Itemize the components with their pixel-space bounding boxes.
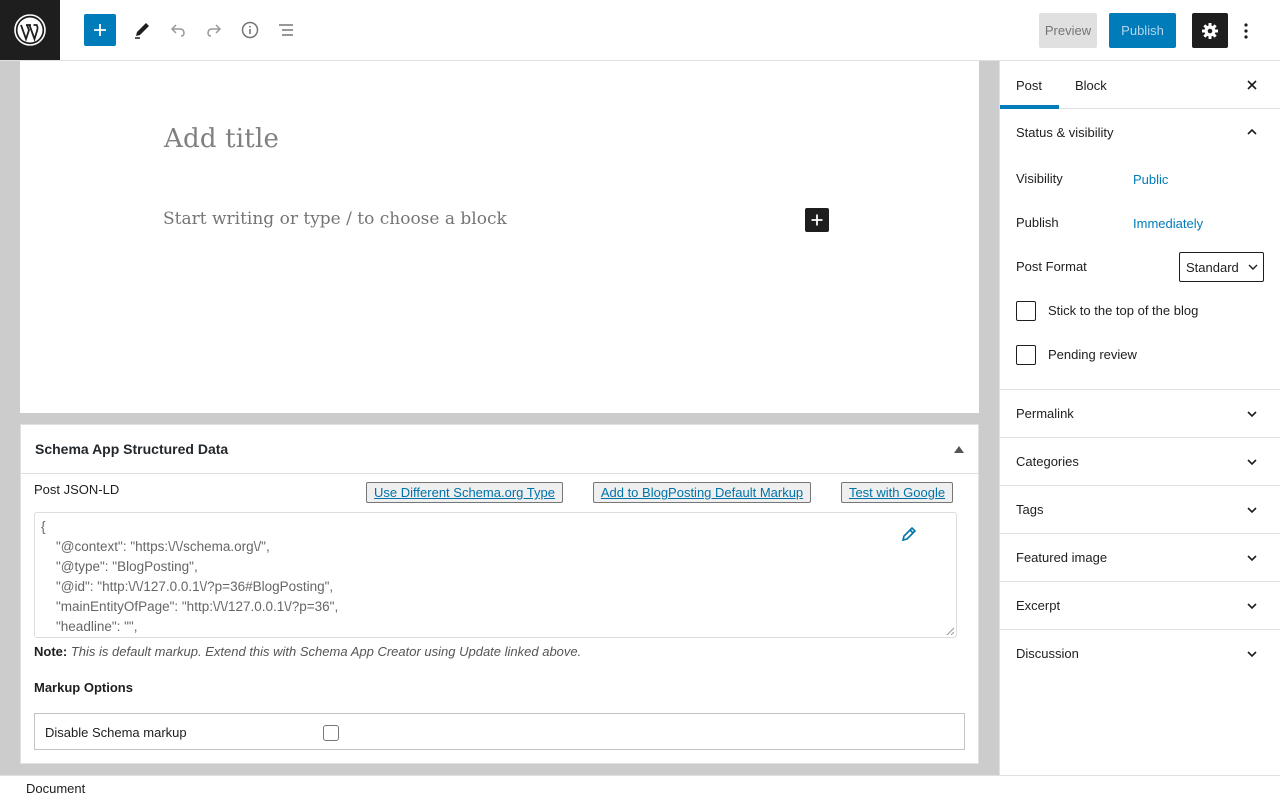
json-line: "@id": "http:\/\/127.0.0.1\/?p=36#BlogPo… — [41, 579, 334, 594]
close-sidebar-button[interactable] — [1244, 77, 1260, 93]
edit-pencil-icon[interactable] — [901, 526, 917, 542]
editor-canvas — [20, 61, 979, 413]
more-vertical-icon — [1244, 22, 1248, 39]
panel-title: Excerpt — [1016, 598, 1061, 613]
panel-permalink[interactable]: Permalink — [1000, 390, 1280, 438]
chevron-down-icon — [1247, 459, 1257, 466]
more-options-button[interactable] — [1234, 13, 1258, 48]
add-default-markup-button[interactable]: Add to BlogPosting Default Markup — [593, 482, 811, 503]
post-format-value: Standard — [1186, 259, 1239, 275]
status-visibility-title[interactable]: Status & visibility — [1016, 125, 1114, 140]
panel-title: Categories — [1016, 454, 1079, 469]
json-line: "headline": "", — [41, 619, 138, 634]
tools-button[interactable] — [126, 14, 158, 46]
panel-title: Tags — [1016, 502, 1044, 517]
use-different-type-button[interactable]: Use Different Schema.org Type — [366, 482, 563, 503]
panel-tags[interactable]: Tags — [1000, 486, 1280, 534]
sidebar-tabs: Post Block — [1000, 61, 1280, 109]
json-ld-textarea[interactable]: { "@context": "https:\/\/schema.org\/", … — [34, 512, 957, 638]
note-label: Note: — [34, 644, 68, 659]
chevron-down-icon — [1247, 507, 1257, 514]
breadcrumb-document[interactable]: Document — [26, 781, 85, 796]
redo-icon — [207, 24, 222, 37]
triangle-up-icon — [954, 445, 964, 453]
post-format-label: Post Format — [1016, 259, 1087, 274]
test-with-google-button[interactable]: Test with Google — [841, 482, 953, 503]
stick-to-top-label: Stick to the top of the blog — [1048, 303, 1199, 318]
post-format-select[interactable]: Standard — [1179, 252, 1264, 282]
chevron-down-icon — [1247, 411, 1257, 418]
panel-title: Discussion — [1016, 646, 1079, 661]
chevron-down-icon — [1247, 555, 1257, 562]
status-visibility-panel: Status & visibility Visibility Public Pu… — [1000, 109, 1280, 390]
list-view-button[interactable] — [270, 14, 302, 46]
editor-footer: Document — [0, 775, 1280, 800]
plus-icon — [94, 24, 106, 36]
inline-add-block-button[interactable] — [805, 208, 829, 232]
note-text: This is default markup. Extend this with… — [70, 644, 582, 659]
json-line: "@type": "BlogPosting", — [41, 559, 198, 574]
post-title-input[interactable]: Add title — [164, 124, 279, 154]
panel-featured-image[interactable]: Featured image — [1000, 534, 1280, 582]
tab-block[interactable]: Block — [1075, 61, 1107, 109]
list-view-icon — [279, 24, 293, 36]
disable-schema-row: Disable Schema markup — [34, 713, 965, 750]
close-icon — [1247, 80, 1257, 90]
pending-review-checkbox[interactable] — [1016, 345, 1036, 365]
pending-review-label: Pending review — [1048, 347, 1137, 362]
paragraph-placeholder[interactable]: Start writing or type / to choose a bloc… — [163, 209, 507, 229]
json-line: { — [41, 519, 46, 534]
json-ld-label: Post JSON-LD — [34, 482, 120, 497]
panel-title: Permalink — [1016, 406, 1074, 421]
metabox-header[interactable]: Schema App Structured Data — [21, 425, 978, 474]
json-ld-content: { "@context": "https:\/\/schema.org\/", … — [41, 517, 338, 637]
wordpress-logo-button[interactable] — [0, 0, 60, 60]
gear-icon — [1202, 22, 1218, 39]
schema-app-metabox: Schema App Structured Data Post JSON-LD … — [20, 424, 979, 764]
chevron-down-icon — [1247, 603, 1257, 610]
details-button[interactable] — [234, 14, 266, 46]
editor-header: Preview Publish — [0, 0, 1280, 61]
redo-button[interactable] — [198, 14, 230, 46]
panel-categories[interactable]: Categories — [1000, 438, 1280, 486]
metabox-title: Schema App Structured Data — [35, 441, 229, 457]
chevron-down-icon — [1248, 264, 1258, 270]
panel-title: Featured image — [1016, 550, 1108, 565]
disable-schema-checkbox[interactable] — [323, 725, 339, 741]
publish-button[interactable]: Publish — [1109, 13, 1176, 48]
json-line: "@context": "https:\/\/schema.org\/", — [41, 539, 270, 554]
undo-button[interactable] — [162, 14, 194, 46]
stick-to-top-checkbox[interactable] — [1016, 301, 1036, 321]
chevron-up-icon[interactable] — [1245, 125, 1259, 139]
publish-date-toggle[interactable]: Immediately — [1133, 216, 1203, 231]
wordpress-icon — [14, 14, 46, 46]
settings-sidebar: Post Block Status & visibility Visibilit… — [999, 61, 1280, 775]
disable-schema-label: Disable Schema markup — [45, 725, 187, 740]
plus-icon — [811, 214, 823, 226]
add-block-button[interactable] — [84, 14, 116, 46]
json-line: "mainEntityOfPage": "http:\/\/127.0.0.1\… — [41, 599, 339, 614]
visibility-toggle[interactable]: Public — [1133, 172, 1168, 187]
tab-post[interactable]: Post — [1000, 61, 1059, 109]
visibility-label: Visibility — [1016, 171, 1063, 186]
panel-discussion[interactable]: Discussion — [1000, 630, 1280, 678]
preview-button[interactable]: Preview — [1039, 13, 1097, 48]
collapse-toggle[interactable] — [953, 444, 965, 454]
chevron-down-icon — [1247, 651, 1257, 658]
resize-handle-icon[interactable] — [946, 627, 954, 635]
publish-label: Publish — [1016, 215, 1059, 230]
markup-options-heading: Markup Options — [34, 680, 133, 695]
default-markup-note: Note: This is default markup. Extend thi… — [34, 644, 581, 659]
info-icon — [241, 21, 259, 39]
panel-excerpt[interactable]: Excerpt — [1000, 582, 1280, 630]
settings-button[interactable] — [1192, 13, 1228, 48]
undo-icon — [170, 24, 185, 37]
pencil-icon — [135, 23, 149, 39]
